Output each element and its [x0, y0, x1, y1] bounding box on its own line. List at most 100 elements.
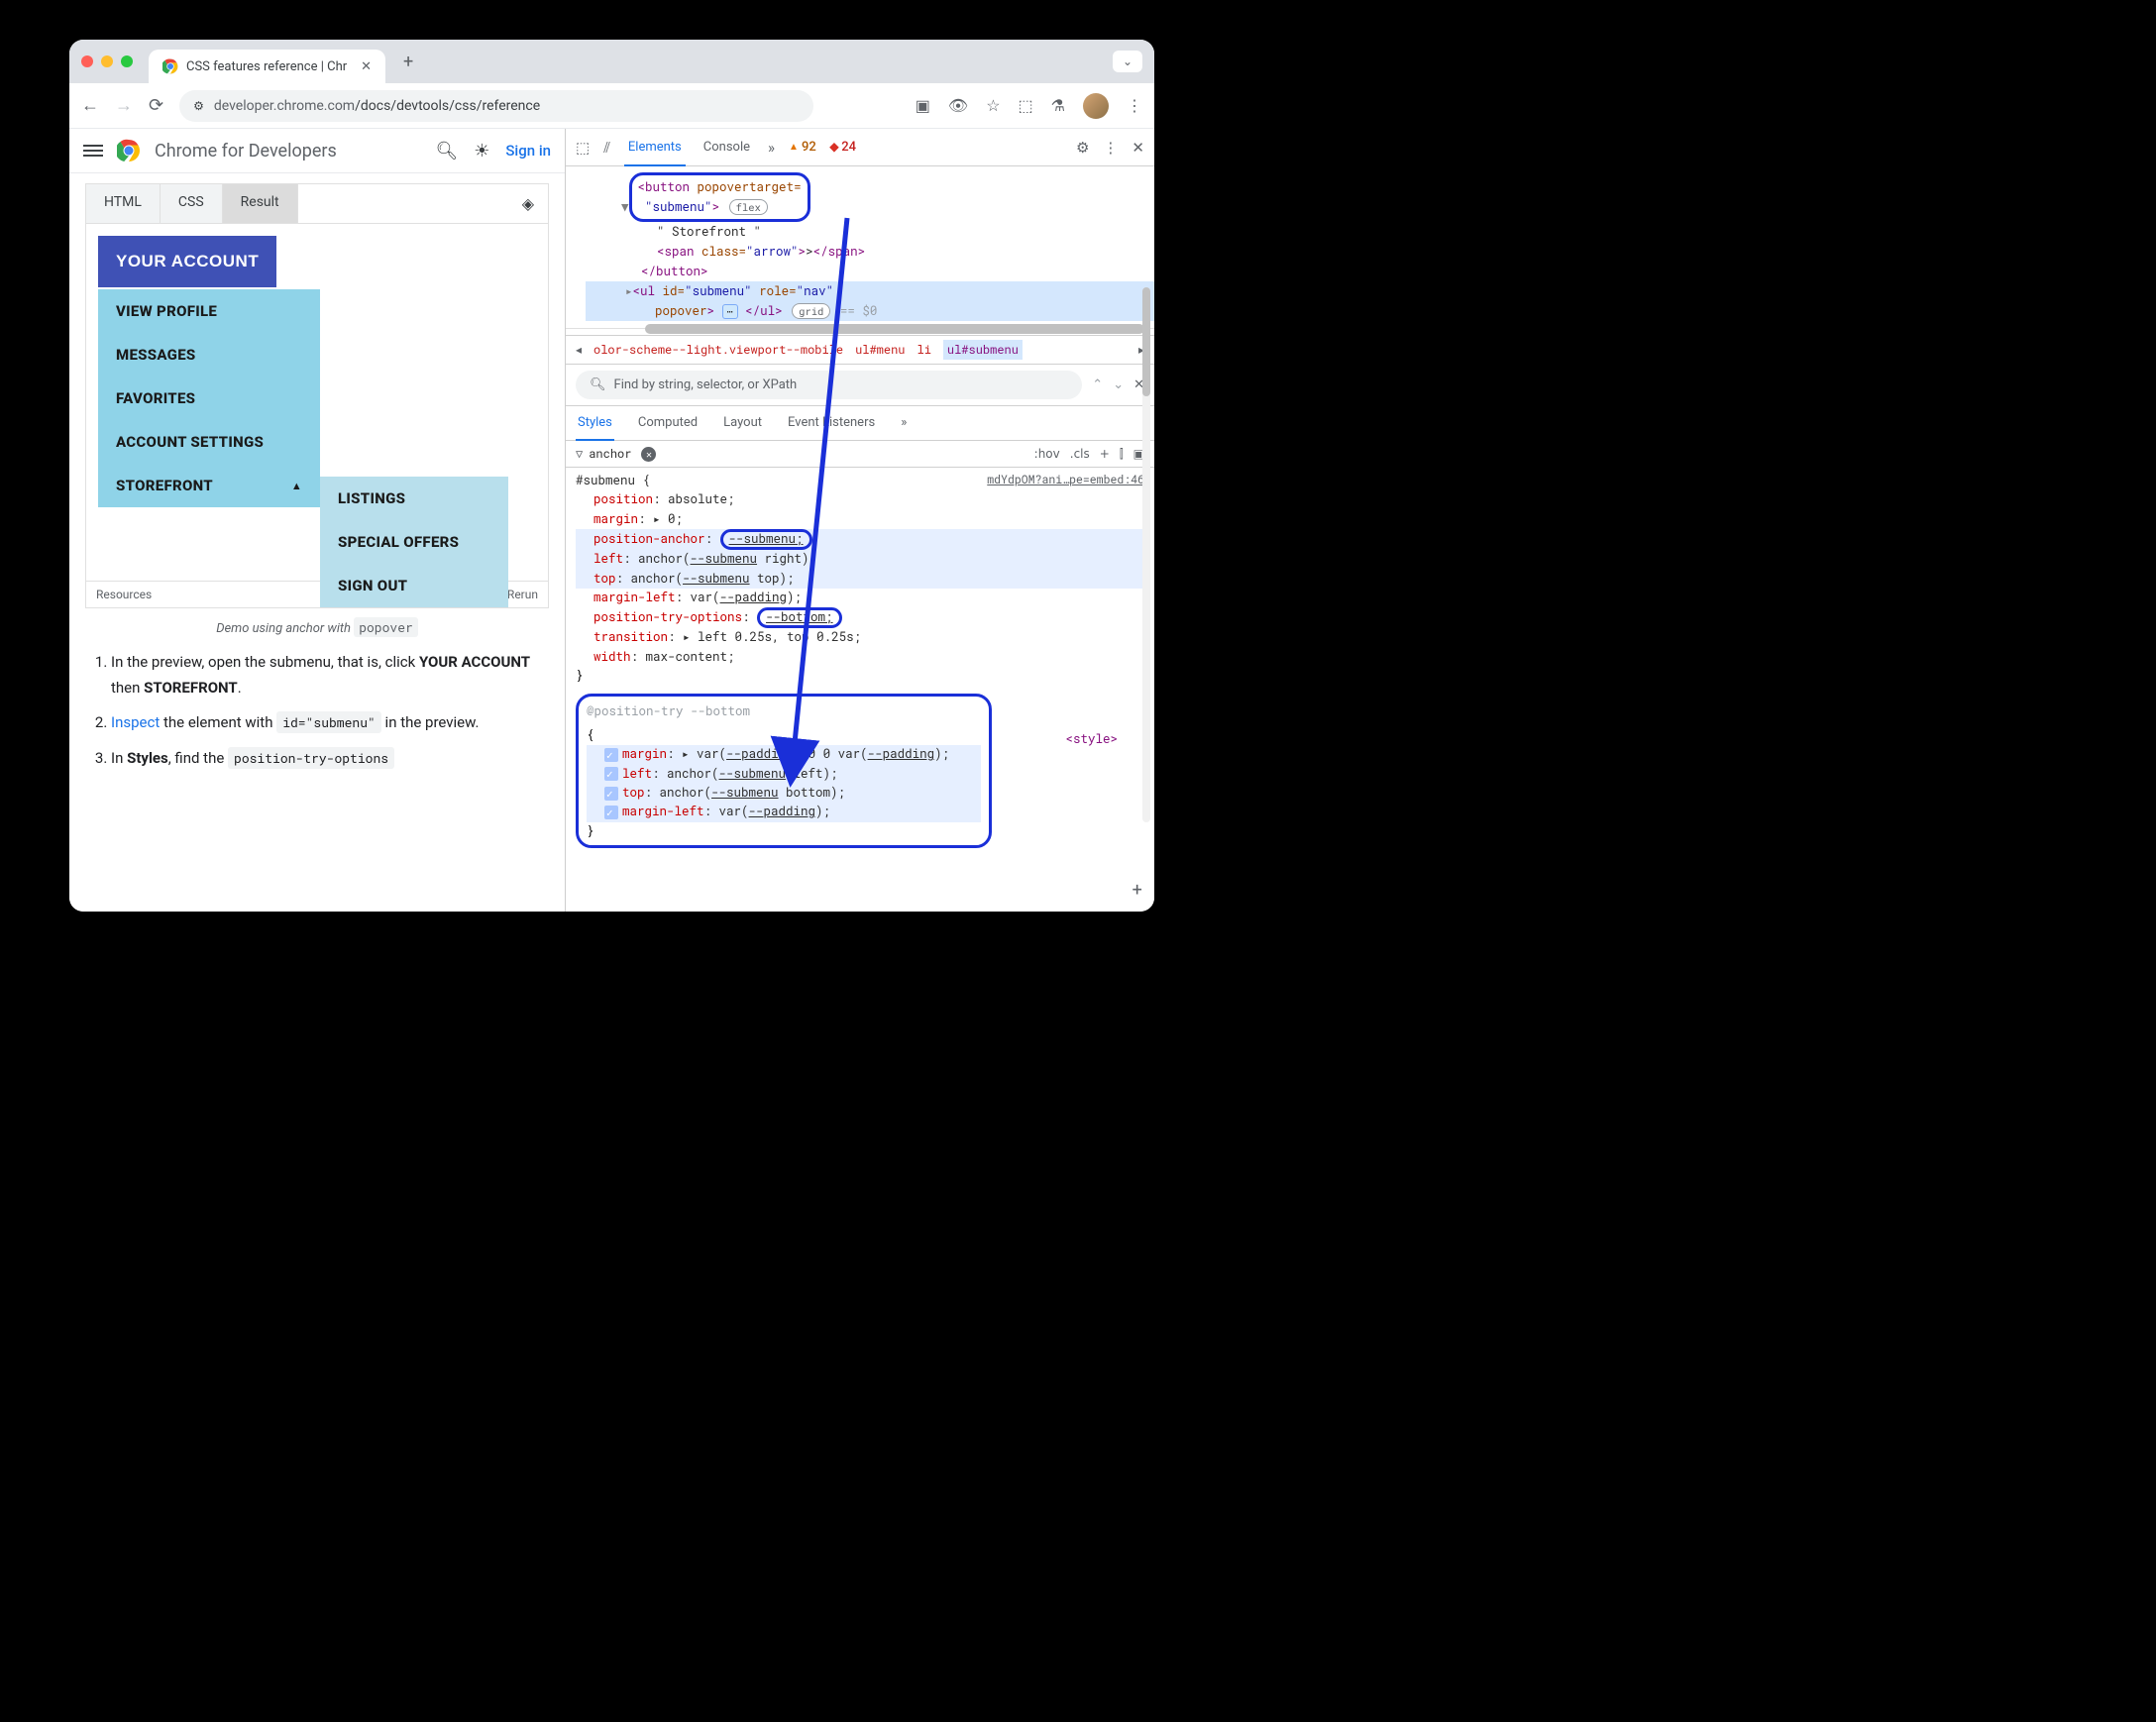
window-menu-icon[interactable]: ⌄	[1113, 51, 1142, 72]
tab-title: CSS features reference | Chr	[186, 59, 347, 74]
inspect-link[interactable]: Inspect	[111, 713, 160, 731]
more-icon[interactable]: ⋮	[1103, 139, 1118, 157]
browser-tab[interactable]: CSS features reference | Chr ✕	[149, 50, 385, 83]
annotation-anchor-value: --submenu;	[720, 529, 812, 550]
device-icon[interactable]: ⫽	[603, 139, 610, 157]
cls-toggle[interactable]: .cls	[1070, 447, 1090, 462]
toolbar-actions: ▣ 👁 ☆ ⬚ ⚗ ⋮	[916, 93, 1142, 119]
annotation-try-value: --bottom;	[757, 607, 842, 628]
settings-icon[interactable]: ⚙	[1076, 139, 1089, 157]
tab-event-listeners[interactable]: Event Listeners	[786, 406, 877, 440]
reload-button[interactable]: ⟳	[149, 95, 163, 116]
tab-layout[interactable]: Layout	[721, 406, 764, 440]
tab-console[interactable]: Console	[700, 130, 754, 164]
submenu-account: VIEW PROFILE MESSAGES FAVORITES ACCOUNT …	[98, 289, 320, 507]
annotation-dom-button: <button popovertarget= "submenu"> flex	[629, 172, 810, 222]
extension-icon[interactable]: ⬚	[1019, 96, 1033, 115]
close-devtools-icon[interactable]: ✕	[1132, 139, 1144, 157]
scrollbar[interactable]	[1142, 287, 1150, 822]
theme-icon[interactable]: ☀	[474, 141, 489, 161]
menu-item-sign-out[interactable]: SIGN OUT	[320, 564, 508, 607]
new-tab-button[interactable]: +	[393, 52, 423, 72]
step-2: Inspect the element with id="submenu" in…	[111, 710, 549, 736]
styles-tabs: Styles Computed Layout Event Listeners »	[566, 406, 1154, 441]
page-body: HTML CSS Result ◈ YOUR ACCOUNT VIEW PROF…	[69, 173, 565, 791]
close-tab-icon[interactable]: ✕	[361, 59, 372, 74]
demo-caption: Demo using anchor with popover	[85, 618, 549, 636]
chrome-icon	[162, 58, 178, 74]
chevron-up-icon: ▲	[291, 480, 302, 492]
source-link[interactable]: mdYdpOM?ani…pe=embed:46	[987, 472, 1144, 489]
menu-item-special-offers[interactable]: SPECIAL OFFERS	[320, 520, 508, 564]
signin-link[interactable]: Sign in	[505, 142, 551, 160]
content-area: Chrome for Developers 🔍︎ ☀ Sign in HTML …	[69, 129, 1154, 912]
filter-input[interactable]: ▽ anchor	[576, 446, 631, 462]
window-controls[interactable]	[81, 55, 133, 67]
site-title: Chrome for Developers	[155, 141, 337, 161]
warnings-badge[interactable]: 92	[789, 140, 816, 155]
find-bar: 🔍︎ Find by string, selector, or XPath ⌃ …	[566, 365, 1154, 406]
step-1: In the preview, open the submenu, that i…	[111, 650, 549, 700]
tab-result[interactable]: Result	[223, 184, 298, 223]
browser-window: CSS features reference | Chr ✕ + ⌄ ← → ⟳…	[69, 40, 1154, 912]
eye-off-icon[interactable]: 👁	[948, 96, 968, 115]
breadcrumb[interactable]: ◂ olor-scheme--light.viewport--mobile ul…	[566, 335, 1154, 365]
css-rules[interactable]: #submenu { mdYdpOM?ani…pe=embed:46 posit…	[566, 468, 1154, 912]
title-bar: CSS features reference | Chr ✕ + ⌄	[69, 40, 1154, 83]
resources-link[interactable]: Resources	[96, 588, 152, 601]
demo-canvas: YOUR ACCOUNT VIEW PROFILE MESSAGES FAVOR…	[86, 224, 548, 581]
breadcrumb-left-icon[interactable]: ◂	[576, 343, 582, 357]
menu-item-favorites[interactable]: FAVORITES	[98, 377, 320, 420]
step-3: In Styles, find the position-try-options	[111, 746, 549, 772]
page-pane: Chrome for Developers 🔍︎ ☀ Sign in HTML …	[69, 129, 565, 912]
styles-filter-bar: ▽ anchor ✕ :hov .cls + ⫿ ▣	[566, 441, 1154, 468]
tab-computed[interactable]: Computed	[636, 406, 700, 440]
more-styles-tabs-icon[interactable]: »	[899, 406, 909, 440]
computed-toggle-icon[interactable]: ⫿	[1120, 447, 1124, 462]
find-next-icon[interactable]: ⌄	[1113, 377, 1124, 392]
search-icon[interactable]: 🔍︎	[435, 141, 458, 161]
find-prev-icon[interactable]: ⌃	[1092, 377, 1103, 392]
find-input[interactable]: 🔍︎ Find by string, selector, or XPath	[576, 371, 1082, 399]
tab-html[interactable]: HTML	[86, 184, 161, 223]
codepen-icon[interactable]: ◈	[508, 184, 548, 223]
inspect-icon[interactable]: ⬚	[576, 139, 590, 157]
labs-icon[interactable]: ⚗	[1051, 96, 1065, 115]
bookmark-icon[interactable]: ☆	[986, 96, 1000, 115]
devtools-pane: ⬚ ⫽ Elements Console » 92 24 ⚙ ⋮ ✕ ▼<but…	[565, 129, 1154, 912]
menu-icon[interactable]	[83, 145, 103, 157]
more-icon[interactable]: ⋮	[1127, 96, 1142, 115]
site-info-icon[interactable]: ⚙	[193, 99, 204, 113]
menu-item-messages[interactable]: MESSAGES	[98, 333, 320, 377]
cast-icon[interactable]: ▣	[916, 96, 930, 115]
tab-styles[interactable]: Styles	[576, 406, 614, 441]
url-input[interactable]: ⚙ developer.chrome.com/docs/devtools/css…	[179, 90, 813, 122]
tab-elements[interactable]: Elements	[624, 130, 686, 166]
menu-item-storefront[interactable]: STOREFRONT▲	[98, 464, 320, 507]
search-icon: 🔍︎	[590, 377, 606, 392]
tab-css[interactable]: CSS	[161, 184, 223, 223]
forward-button: →	[115, 95, 133, 116]
menu-item-listings[interactable]: LISTINGS	[320, 477, 508, 520]
avatar[interactable]	[1083, 93, 1109, 119]
back-button[interactable]: ←	[81, 95, 99, 116]
errors-badge[interactable]: 24	[830, 139, 856, 156]
chrome-logo-icon	[117, 139, 141, 162]
menu-item-view-profile[interactable]: VIEW PROFILE	[98, 289, 320, 333]
your-account-button[interactable]: YOUR ACCOUNT	[98, 236, 276, 287]
rerun-button[interactable]: Rerun	[507, 588, 538, 601]
demo-tabs: HTML CSS Result ◈	[86, 184, 548, 224]
menu-item-account-settings[interactable]: ACCOUNT SETTINGS	[98, 420, 320, 464]
submenu-storefront: LISTINGS SPECIAL OFFERS SIGN OUT	[320, 477, 508, 607]
annotation-position-try-block: @position-try --bottom <style> { margin:…	[576, 694, 992, 848]
new-rule-icon[interactable]: +	[1100, 447, 1110, 462]
dom-tree[interactable]: ▼<button popovertarget= "submenu"> flex …	[566, 166, 1154, 335]
filter-icon: ▽	[576, 446, 583, 462]
more-tabs-icon[interactable]: »	[768, 139, 775, 157]
instruction-list: In the preview, open the submenu, that i…	[85, 650, 549, 771]
demo-frame: HTML CSS Result ◈ YOUR ACCOUNT VIEW PROF…	[85, 183, 549, 608]
hov-toggle[interactable]: :hov	[1034, 447, 1060, 462]
clear-filter-icon[interactable]: ✕	[641, 447, 656, 462]
add-rule-icon[interactable]: +	[1132, 876, 1142, 904]
style-source[interactable]: <style>	[1065, 730, 1118, 749]
